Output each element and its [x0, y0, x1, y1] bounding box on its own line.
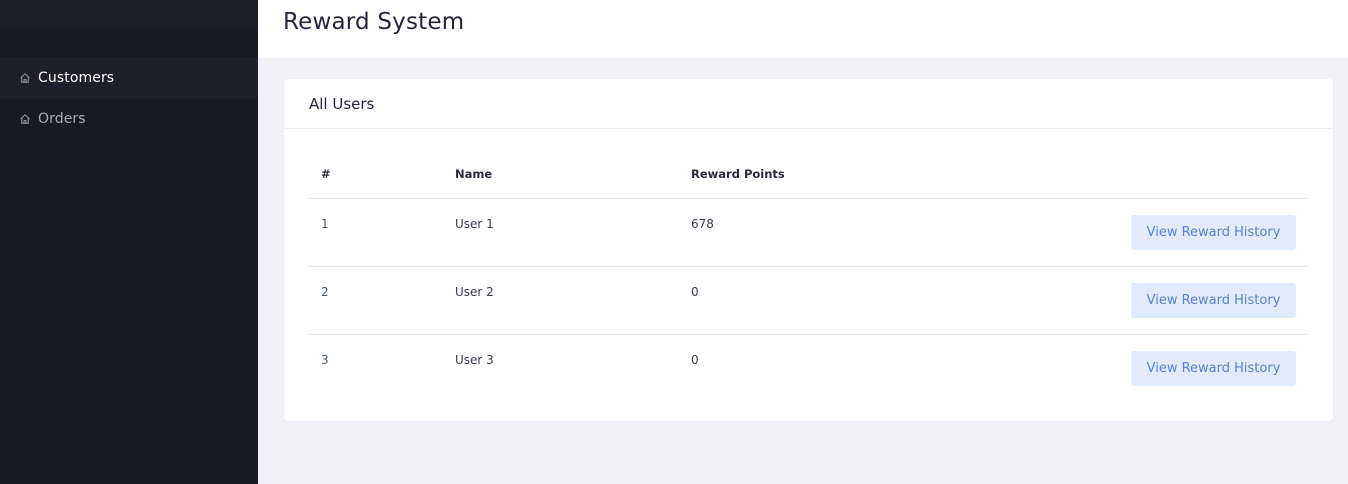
cell-points: 0 [691, 353, 699, 367]
cell-name: User 2 [455, 285, 494, 299]
table-row: 2 User 2 0 View Reward History [309, 267, 1308, 335]
cell-points: 678 [691, 217, 714, 231]
sidebar-item-customers[interactable]: Customers [0, 57, 258, 98]
column-header-name: Name [455, 167, 493, 181]
table-row: 1 User 1 678 View Reward History [309, 199, 1308, 267]
cell-id: 2 [321, 285, 329, 299]
card-header: All Users [284, 79, 1333, 129]
table-header: # Name Reward Points [309, 150, 1308, 199]
header: Reward System [258, 0, 1348, 58]
view-reward-history-button[interactable]: View Reward History [1131, 351, 1296, 386]
cell-name: User 1 [455, 217, 494, 231]
sidebar-logo-area [0, 0, 258, 28]
home-icon [19, 113, 31, 125]
table-row: 3 User 3 0 View Reward History [309, 335, 1308, 403]
sidebar: Customers Orders [0, 0, 258, 484]
cell-id: 1 [321, 217, 329, 231]
app: Customers Orders Reward System All Users… [0, 0, 1348, 484]
card-title: All Users [309, 94, 375, 113]
home-icon [19, 72, 31, 84]
sidebar-item-orders[interactable]: Orders [0, 98, 258, 139]
column-header-id: # [321, 167, 331, 181]
cell-points: 0 [691, 285, 699, 299]
users-table: # Name Reward Points 1 User 1 678 View R… [309, 150, 1308, 403]
users-card: All Users # Name Reward Points 1 User 1 … [284, 79, 1333, 421]
cell-id: 3 [321, 353, 329, 367]
view-reward-history-button[interactable]: View Reward History [1131, 215, 1296, 250]
sidebar-nav: Customers Orders [0, 57, 258, 139]
column-header-points: Reward Points [691, 167, 785, 181]
sidebar-item-label: Customers [38, 69, 115, 86]
page-title: Reward System [283, 9, 465, 35]
view-reward-history-button[interactable]: View Reward History [1131, 283, 1296, 318]
cell-name: User 3 [455, 353, 494, 367]
sidebar-item-label: Orders [38, 110, 86, 127]
